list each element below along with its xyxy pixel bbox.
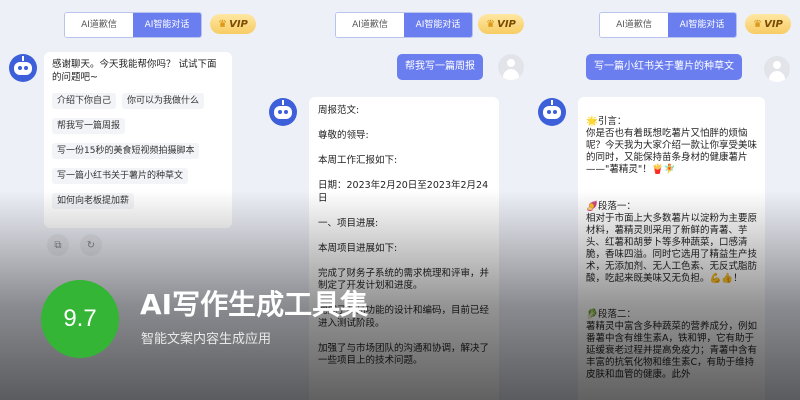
suggestion-chip[interactable]: 写一份15秒的美食短视频拍摄脚本 [52,143,200,159]
app-subtitle: 智能文案内容生成应用 [141,332,272,347]
note-reply: 🌟引言： 你是否也有着既想吃薯片又怕胖的烦恼呢？今天我为大家介绍一款让你享受美味… [578,97,765,400]
tab-ai-letter[interactable]: AI道歉信 [65,13,133,37]
report-reply: 周报范文: 尊敬的领导: 本周工作汇报如下: 日期：2023年2月20日至202… [309,97,499,400]
suggestion-chip[interactable]: 如何向老板提加薪 [52,193,135,209]
user-avatar [498,54,524,80]
reply-paragraph: 本周工作汇报如下: [318,155,398,166]
crown-icon: ♛ [218,18,228,30]
reply-paragraph: 加强了与市场团队的沟通和协调，解决了一些项目上的技术问题。 [318,342,490,367]
reply-paragraph: 🌟引言： 你是否也有着既想吃薯片又怕胖的烦恼呢？今天我为大家介绍一款让你享受美味… [586,116,758,175]
mode-tabs: AI道歉信 AI智能对话 [335,12,473,38]
copy-icon[interactable]: ⧉ [47,234,69,256]
greeting-text: 感谢聊天。今天我能帮你吗？ 试试下面的问题吧~ [52,59,217,83]
suggestion-chip[interactable]: 介绍下你自己 [52,93,117,109]
bot-avatar [538,98,566,126]
crown-icon: ♛ [486,18,496,30]
app-title: AI写作生成工具集 [140,288,369,321]
vip-badge[interactable]: ♛ VIP [210,14,256,34]
reply-paragraph: 一、项目进展: [318,217,379,229]
chat-panel-xiaohongshu: AI道歉信 AI智能对话 ♛ VIP 写一篇小红书关于薯片的种草文 🌟引言： 你… [533,0,800,400]
welcome-message: 感谢聊天。今天我能帮你吗？ 试试下面的问题吧~ 介绍下你自己 你可以为我做什么 … [44,52,232,228]
vip-label: VIP [497,18,516,30]
mode-tabs: AI道歉信 AI智能对话 [599,12,737,38]
refresh-icon[interactable]: ↻ [80,234,102,256]
reply-paragraph: 🥬段落二： 薯精灵中富含多种蔬菜的营养成分，例如番薯中含有维生素A，铁和钾，它有… [586,309,758,380]
user-message: 帮我写一篇周报 [397,54,483,80]
tab-ai-chat[interactable]: AI智能对话 [404,13,472,37]
tab-ai-chat[interactable]: AI智能对话 [668,13,736,37]
reply-paragraph: 本周项目进展如下: [318,242,398,254]
vip-badge[interactable]: ♛ VIP [478,14,524,34]
reply-paragraph: 周报范文: [318,105,360,116]
suggestion-chip[interactable]: 帮我写一篇周报 [52,118,126,134]
user-message: 写一篇小红书关于薯片的种草文 [586,54,742,80]
mode-tabs: AI道歉信 AI智能对话 [64,12,202,38]
user-avatar [764,56,790,82]
reply-paragraph: 日期：2023年2月20日至2023年2月24日 [318,180,489,204]
rating-badge: 9.7 [41,280,119,358]
bot-avatar [9,54,37,82]
crown-icon: ♛ [753,18,763,30]
reply-paragraph: 尊敬的领导: [318,130,369,141]
vip-label: VIP [229,18,248,30]
suggestion-row: 介绍下你自己 你可以为我做什么 [52,84,224,109]
reply-paragraph: 🍠段落一： 相对于市面上大多数薯片以淀粉为主要原材料，薯精灵则采用了新鲜的青薯、… [586,200,758,284]
suggestion-chip[interactable]: 写一篇小红书关于薯片的种草文 [52,168,189,184]
bot-avatar [269,98,297,126]
chat-panel-weekly-report: AI道歉信 AI智能对话 ♛ VIP 帮我写一篇周报 周报范文: 尊敬的领导: … [265,0,533,400]
suggestion-chip[interactable]: 你可以为我做什么 [122,93,205,109]
tab-ai-letter[interactable]: AI道歉信 [336,13,404,37]
tab-ai-chat[interactable]: AI智能对话 [133,13,201,37]
vip-badge[interactable]: ♛ VIP [745,14,791,34]
tab-ai-letter[interactable]: AI道歉信 [600,13,668,37]
vip-label: VIP [764,18,783,30]
